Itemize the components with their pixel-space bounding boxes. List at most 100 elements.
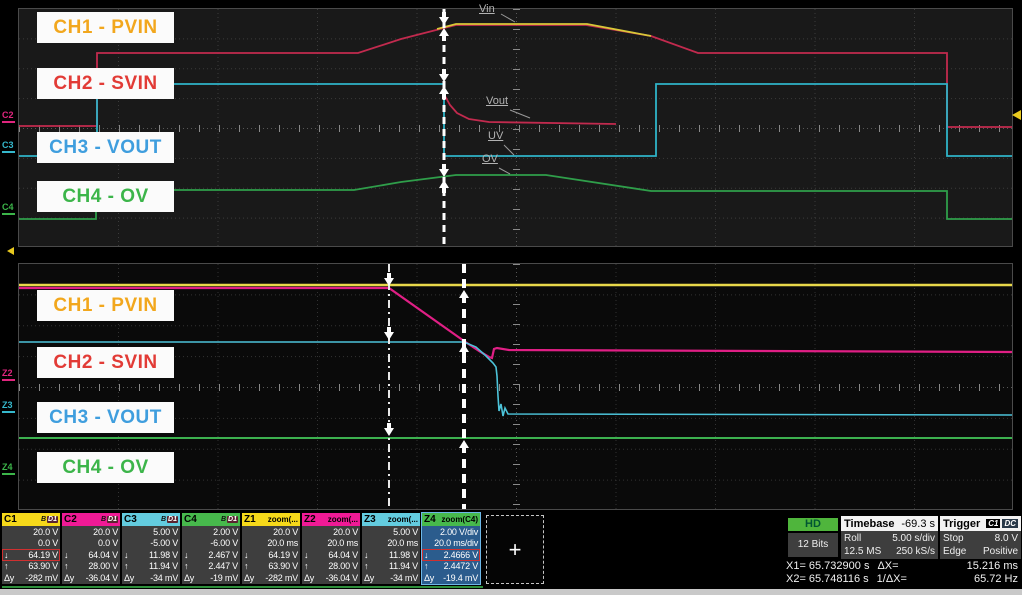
trace-position-marker-c2[interactable]: C2 bbox=[2, 110, 15, 123]
vertical-scale: 20.0 V bbox=[333, 527, 358, 537]
horizontal-scale: 20.0 ms bbox=[387, 538, 418, 548]
d1-badge: D1 bbox=[167, 516, 178, 523]
vertical-scale: 5.00 V bbox=[393, 527, 418, 537]
timebase-samples: 12.5 MS bbox=[844, 546, 881, 557]
trigger-level: 8.0 V bbox=[995, 533, 1018, 544]
cursor1-value: 64.04 V bbox=[328, 550, 358, 560]
channel-label-ch1-zoom: CH1 - PVIN bbox=[37, 290, 174, 321]
vertical-scale: 20.0 V bbox=[33, 527, 58, 537]
hd-mode-badge[interactable]: HD bbox=[788, 518, 838, 531]
channel-label-ch2-top: CH2 - SVIN bbox=[37, 68, 174, 99]
delta-y-value: -36.04 V bbox=[86, 573, 118, 583]
delta-y-value: -282 mV bbox=[25, 573, 58, 583]
channel-label-ch3-zoom: CH3 - VOUT bbox=[37, 402, 174, 433]
bandwidth-badge: B bbox=[101, 516, 106, 523]
zoom-descriptor-z2[interactable]: Z2 zoom(... 20.0 V 20.0 ms ↓64.04 V ↑28.… bbox=[302, 513, 360, 584]
cursor1-arrow-icon: ↓ bbox=[424, 550, 428, 560]
delta-y-value: -36.04 V bbox=[326, 573, 358, 583]
cursor2-value: 11.94 V bbox=[389, 561, 418, 571]
annotation-vin: Vin bbox=[479, 3, 495, 15]
trigger-level-arrow[interactable] bbox=[1012, 110, 1021, 120]
screenshot-bottom-edge bbox=[0, 589, 1022, 595]
cursor2-arrow-icon: ↑ bbox=[364, 561, 368, 571]
cursor1-value: 11.98 V bbox=[149, 550, 178, 560]
cursor-arrows-zoom bbox=[384, 273, 469, 453]
timebase-mode: Roll bbox=[844, 533, 861, 544]
delta-y-label: Δy bbox=[184, 573, 194, 583]
channel-label-ch3-top: CH3 - VOUT bbox=[37, 132, 174, 163]
trace-position-marker-z2[interactable]: Z2 bbox=[2, 368, 15, 381]
zoom-source: zoom(C4) bbox=[442, 515, 478, 524]
channel-descriptor-c4[interactable]: C4 BD1 2.00 V -6.00 V ↓2.467 V ↑2.447 V … bbox=[182, 513, 240, 584]
horizontal-scale: 20.0 ms/div bbox=[434, 538, 478, 548]
vertical-offset: -5.00 V bbox=[150, 538, 178, 548]
trace-position-marker-z4[interactable]: Z4 bbox=[2, 462, 15, 475]
invdx-label: 1/ΔX= bbox=[877, 573, 907, 585]
trigger-time-arrow bbox=[7, 247, 14, 255]
add-trace-button[interactable]: + bbox=[486, 515, 544, 584]
x1-value: 65.732900 s bbox=[809, 560, 870, 572]
zoom-descriptor-z3[interactable]: Z3 zoom(... 5.00 V 20.0 ms ↓11.98 V ↑11.… bbox=[362, 513, 420, 584]
cursor-readout: X1= 65.732900 s ΔX= 15.216 ms X2= 65.748… bbox=[786, 559, 1022, 585]
channel-descriptor-c2[interactable]: C2 BD1 20.0 V 0.0 V ↓64.04 V ↑28.00 V Δy… bbox=[62, 513, 120, 584]
trigger-box[interactable]: Trigger C1DC Stop 8.0 V Edge Positive bbox=[940, 516, 1021, 559]
timebase-box[interactable]: Timebase -69.3 s Roll 5.00 s/div 12.5 MS… bbox=[841, 516, 938, 559]
trace-position-marker-c3[interactable]: C3 bbox=[2, 140, 15, 153]
cursor2-value: 28.00 V bbox=[328, 561, 358, 571]
cursor2-value: 2.447 V bbox=[208, 561, 238, 571]
trace-position-marker-z3[interactable]: Z3 bbox=[2, 400, 15, 413]
delta-y-value: -34 mV bbox=[150, 573, 178, 583]
timebase-title: Timebase bbox=[844, 518, 895, 530]
vertical-scale: 20.0 V bbox=[273, 527, 298, 537]
x1-label: X1= bbox=[786, 560, 806, 572]
channel-label-ch2-zoom: CH2 - SVIN bbox=[37, 347, 174, 378]
vertical-offset: 0.0 V bbox=[98, 538, 118, 548]
channel-label-ch1-top: CH1 - PVIN bbox=[37, 12, 174, 43]
vertical-scale: 2.00 V/div bbox=[440, 527, 478, 537]
cursor1-arrow-icon: ↓ bbox=[124, 550, 128, 560]
delta-y-value: -34 mV bbox=[390, 573, 418, 583]
delta-y-value: -19 mV bbox=[210, 573, 238, 583]
delta-y-label: Δy bbox=[124, 573, 134, 583]
delta-y-label: Δy bbox=[424, 573, 434, 583]
vertical-scale: 20.0 V bbox=[93, 527, 118, 537]
horizontal-scale: 20.0 ms bbox=[327, 538, 358, 548]
delta-y-label: Δy bbox=[64, 573, 74, 583]
channel-descriptor-c3[interactable]: C3 BD1 5.00 V -5.00 V ↓11.98 V ↑11.94 V … bbox=[122, 513, 180, 584]
descriptor-id: C4 bbox=[184, 514, 197, 525]
descriptor-id: C1 bbox=[4, 514, 17, 525]
channel-descriptor-c1[interactable]: C1 BD1 20.0 V 0.0 V ↓64.19 V ↑63.90 V Δy… bbox=[2, 513, 60, 584]
trace-vout-decay bbox=[445, 96, 616, 124]
annotation-leader-lines bbox=[499, 14, 530, 174]
descriptor-id: C3 bbox=[124, 514, 137, 525]
cursor2-value: 63.90 V bbox=[268, 561, 298, 571]
cursor1-value: 64.19 V bbox=[28, 550, 58, 560]
zoom-descriptor-z4-selected[interactable]: Z4 zoom(C4) 2.00 V/div 20.0 ms/div ↓2.46… bbox=[422, 513, 480, 584]
cursor2-value: 63.90 V bbox=[28, 561, 58, 571]
vertical-scale: 5.00 V bbox=[153, 527, 178, 537]
cursor1-arrow-icon: ↓ bbox=[64, 550, 68, 560]
trigger-state: Stop bbox=[943, 533, 964, 544]
zoom-descriptor-z1[interactable]: Z1 zoom(... 20.0 V 20.0 ms ↓64.19 V ↑63.… bbox=[242, 513, 300, 584]
cursor2-arrow-icon: ↑ bbox=[4, 561, 8, 571]
descriptor-id: Z1 bbox=[244, 514, 256, 525]
cursor2-arrow-icon: ↑ bbox=[124, 561, 128, 571]
trigger-coupling-badge: DC bbox=[1002, 519, 1018, 528]
trigger-type: Edge bbox=[943, 546, 966, 557]
vertical-offset: 0.0 V bbox=[38, 538, 58, 548]
delta-y-label: Δy bbox=[244, 573, 254, 583]
oscilloscope-screen: CH1 - PVIN CH2 - SVIN CH3 - VOUT CH4 - O… bbox=[0, 0, 1022, 595]
cursor2-value: 2.4472 V bbox=[444, 561, 478, 571]
d1-badge: D1 bbox=[47, 516, 58, 523]
channel-label-ch4-top: CH4 - OV bbox=[37, 181, 174, 212]
cursor2-value: 28.00 V bbox=[88, 561, 118, 571]
delta-y-label: Δy bbox=[304, 573, 314, 583]
trace-position-marker-c4[interactable]: C4 bbox=[2, 202, 15, 215]
trigger-slope: Positive bbox=[983, 546, 1018, 557]
cursor2-arrow-icon: ↑ bbox=[64, 561, 68, 571]
delta-y-value: -19.4 mV bbox=[443, 573, 478, 583]
cursor2-arrow-icon: ↑ bbox=[424, 561, 428, 571]
bandwidth-badge: B bbox=[161, 516, 166, 523]
zoom-source: zoom(... bbox=[268, 515, 298, 524]
annotation-vout: Vout bbox=[486, 95, 508, 107]
